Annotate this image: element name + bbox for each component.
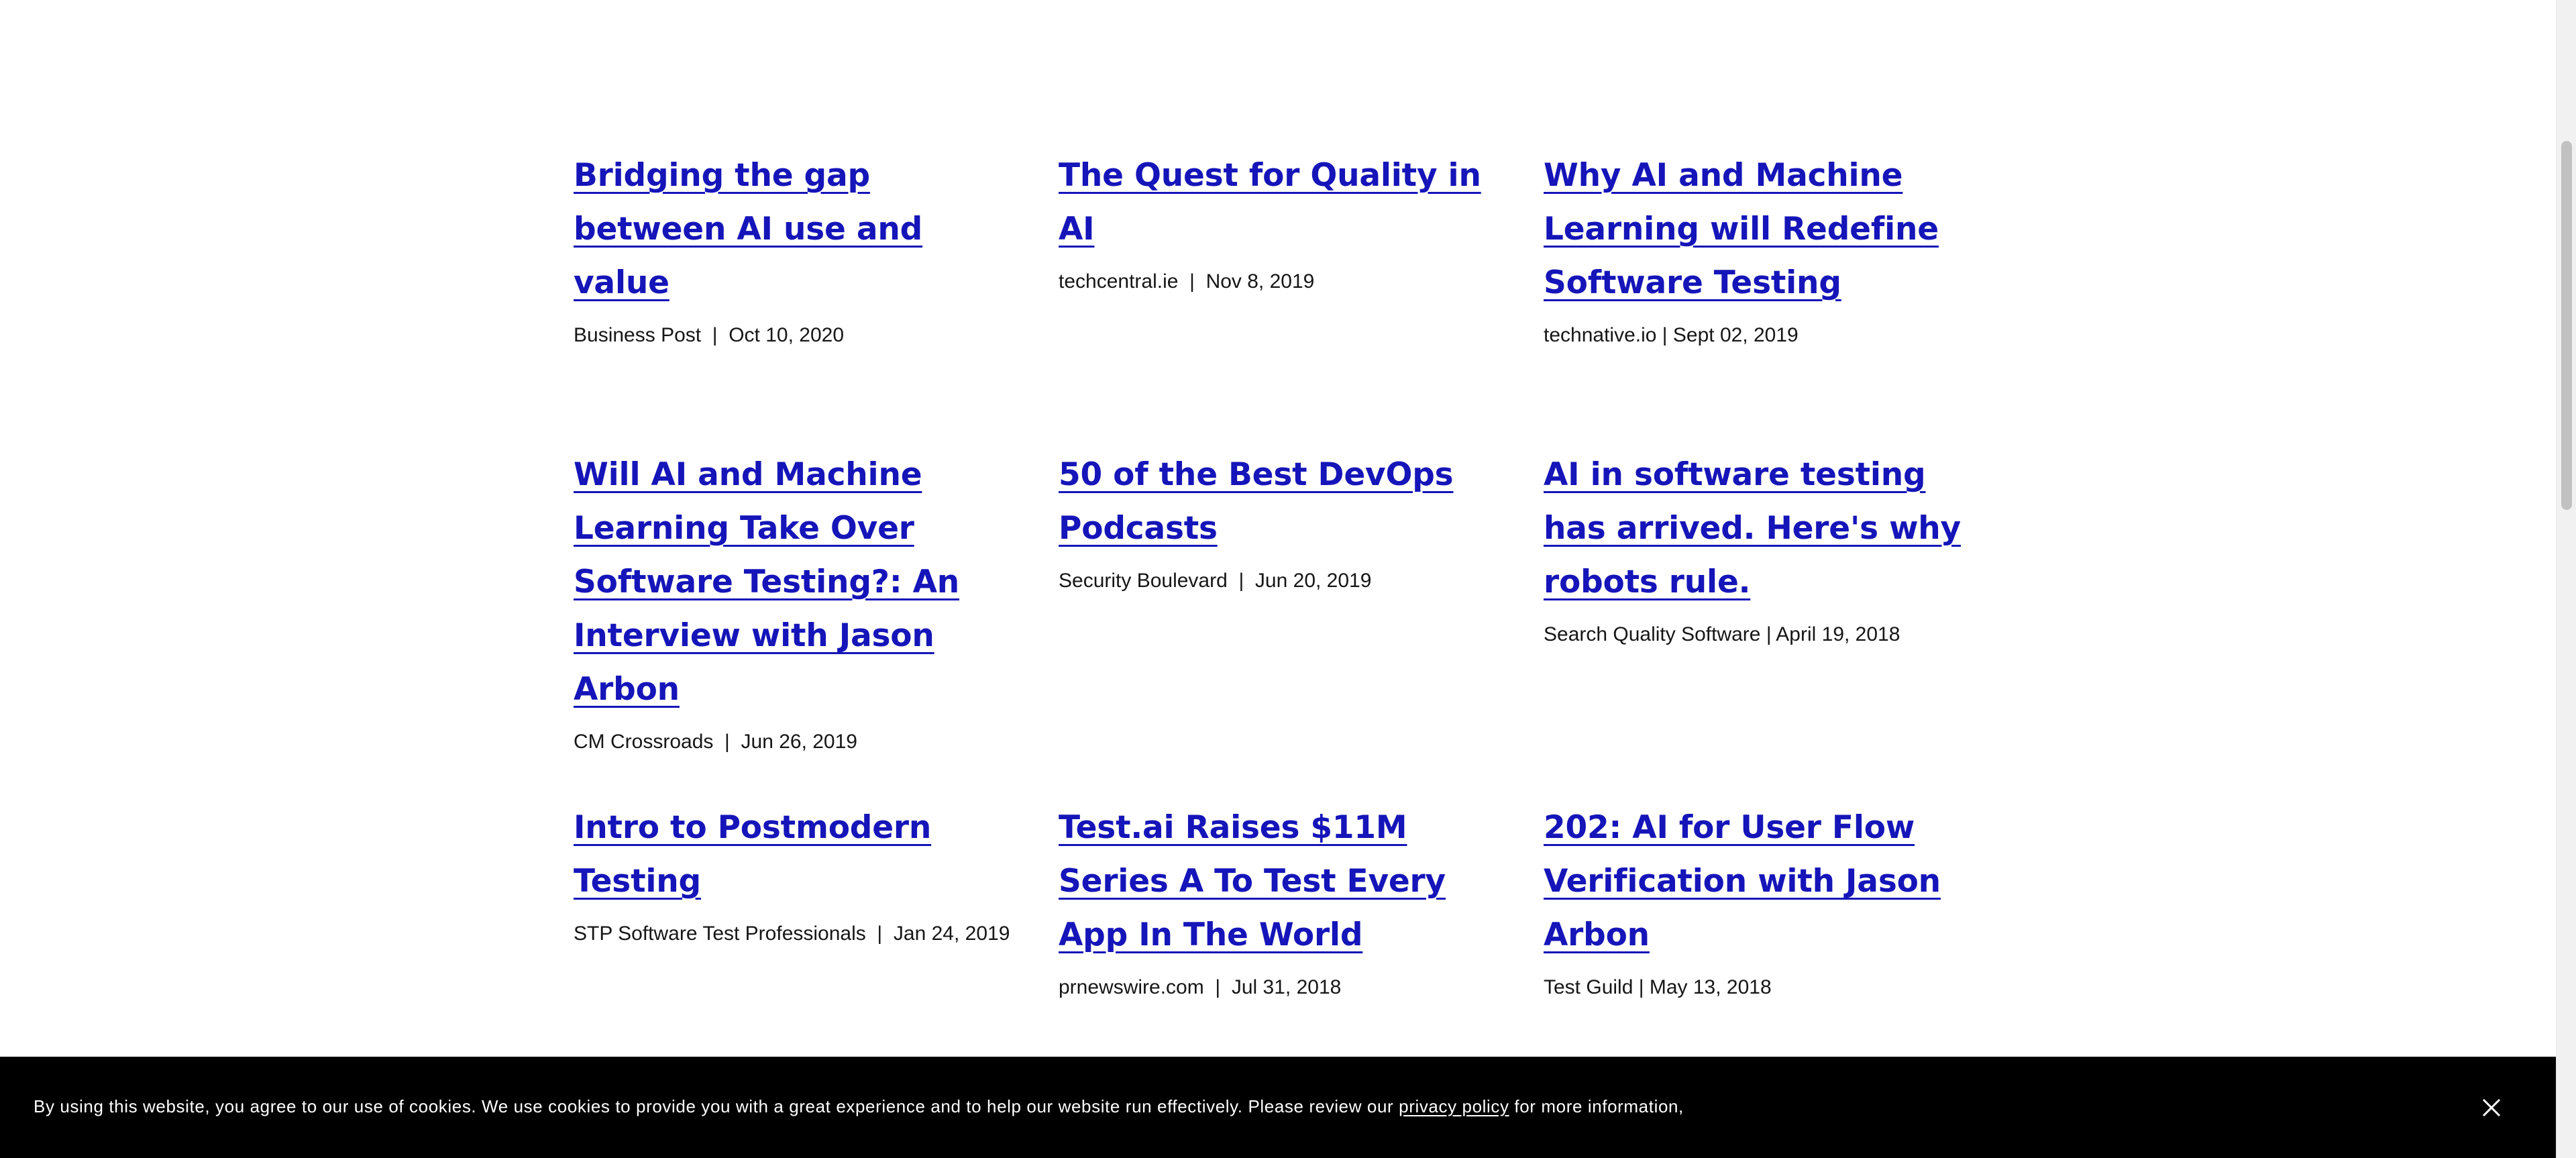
- close-icon[interactable]: [2478, 1094, 2505, 1121]
- article-title-link[interactable]: Bridging the gap between AI use and valu…: [574, 157, 922, 301]
- cookie-text-end: for more information,: [1509, 1096, 1684, 1116]
- article-source-date: Test Guild | May 13, 2018: [1544, 976, 1772, 998]
- article-source-date: STP Software Test Professionals | Jan 24…: [574, 923, 1010, 945]
- article-title-link[interactable]: Test.ai Raises $11M Series A To Test Eve…: [1059, 809, 1446, 953]
- article-source-date: CM Crossroads | Jun 26, 2019: [574, 731, 857, 753]
- article-title-link[interactable]: 50 of the Best DevOps Podcasts: [1059, 456, 1454, 547]
- scrollbar-thumb[interactable]: [2561, 141, 2572, 510]
- article-card: Intro to Postmodern Testing STP Software…: [574, 801, 1023, 947]
- article-source-date: Search Quality Software | April 19, 2018: [1544, 623, 1900, 645]
- article-source-date: prnewswire.com | Jul 31, 2018: [1059, 976, 1342, 998]
- cookie-message: By using this website, you agree to our …: [34, 1094, 1684, 1118]
- article-title-link[interactable]: Will AI and Machine Learning Take Over S…: [574, 456, 959, 708]
- article-card: AI in software testing has arrived. Here…: [1544, 448, 1993, 648]
- cookie-banner: By using this website, you agree to our …: [0, 1057, 2556, 1158]
- vertical-scrollbar[interactable]: [2556, 0, 2576, 1158]
- page: Bridging the gap between AI use and valu…: [0, 0, 2556, 1158]
- article-source-date: Security Boulevard | Jun 20, 2019: [1059, 570, 1372, 592]
- article-title-link[interactable]: AI in software testing has arrived. Here…: [1544, 456, 1961, 600]
- article-title-link[interactable]: Intro to Postmodern Testing: [574, 809, 931, 900]
- article-card: Bridging the gap between AI use and valu…: [574, 149, 1023, 349]
- article-card: Will AI and Machine Learning Take Over S…: [574, 448, 1023, 755]
- cookie-text: By using this website, you agree to our …: [34, 1096, 1399, 1116]
- article-source-date: technative.io | Sept 02, 2019: [1544, 324, 1799, 346]
- article-card: Test.ai Raises $11M Series A To Test Eve…: [1059, 801, 1508, 1001]
- article-card: 202: AI for User Flow Verification with …: [1544, 801, 1993, 1001]
- article-card: 50 of the Best DevOps Podcasts Security …: [1059, 448, 1508, 594]
- article-card: The Quest for Quality in AI techcentral.…: [1059, 149, 1508, 295]
- article-source-date: Business Post | Oct 10, 2020: [574, 324, 845, 346]
- article-title-link[interactable]: 202: AI for User Flow Verification with …: [1544, 809, 1941, 953]
- article-source-date: techcentral.ie | Nov 8, 2019: [1059, 270, 1315, 293]
- article-card: Why AI and Machine Learning will Redefin…: [1544, 149, 1993, 349]
- article-title-link[interactable]: Why AI and Machine Learning will Redefin…: [1544, 157, 1939, 301]
- article-title-link[interactable]: The Quest for Quality in AI: [1059, 157, 1481, 248]
- privacy-policy-link[interactable]: privacy policy: [1399, 1096, 1509, 1116]
